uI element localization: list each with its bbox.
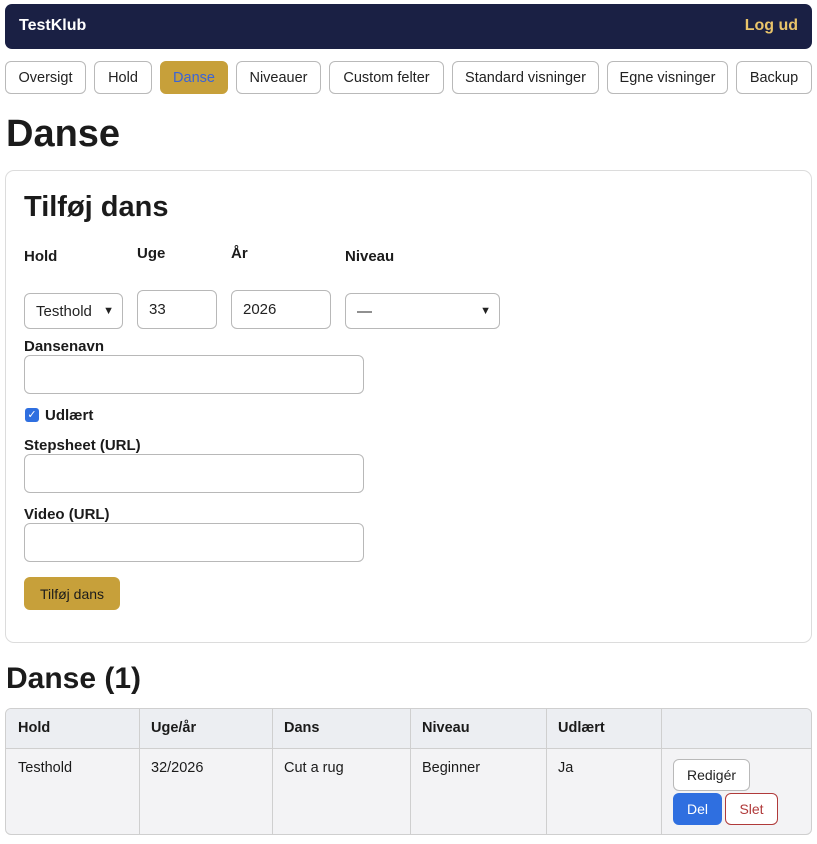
- column-divider: [272, 709, 273, 834]
- tab-custom-felter[interactable]: Custom felter: [329, 61, 444, 94]
- tab-oversigt[interactable]: Oversigt: [5, 61, 86, 94]
- edit-button[interactable]: Redigér: [673, 759, 750, 791]
- column-divider: [661, 709, 662, 834]
- video-url-input[interactable]: [24, 523, 364, 562]
- column-header-learned: Udlært: [558, 720, 605, 736]
- column-divider: [546, 709, 547, 834]
- stepsheet-label: Stepsheet (URL): [24, 437, 141, 454]
- page-title: Danse: [6, 113, 121, 155]
- add-dance-button[interactable]: Tilføj dans: [24, 577, 120, 610]
- column-divider: [410, 709, 411, 834]
- tab-niveauer[interactable]: Niveauer: [236, 61, 321, 94]
- chevron-down-icon: ▼: [103, 305, 114, 317]
- share-button[interactable]: Del: [673, 793, 722, 825]
- learned-label: Udlært: [45, 407, 94, 424]
- hold-select-value: Testhold: [36, 302, 92, 320]
- logout-link[interactable]: Log ud: [745, 17, 798, 35]
- level-select[interactable]: — ▼: [345, 293, 500, 329]
- column-header-dance: Dans: [284, 720, 320, 736]
- check-icon: ✓: [27, 408, 37, 421]
- hold-label: Hold: [24, 248, 58, 265]
- cell-dance: Cut a rug: [284, 760, 344, 776]
- stepsheet-url-input[interactable]: [24, 454, 364, 493]
- form-title: Tilføj dans: [24, 191, 169, 223]
- year-label: År: [231, 245, 248, 262]
- dance-list-title: Danse (1): [6, 662, 142, 695]
- tab-danse[interactable]: Danse: [160, 61, 228, 94]
- tab-egne-visninger[interactable]: Egne visninger: [607, 61, 728, 94]
- add-dance-card: Tilføj dans Hold Uge År Niveau Testhold …: [5, 170, 812, 643]
- learned-checkbox[interactable]: ✓: [25, 408, 39, 422]
- dance-name-label: Dansenavn: [24, 338, 105, 355]
- week-input[interactable]: 33: [137, 290, 217, 329]
- video-label: Video (URL): [24, 506, 110, 523]
- level-select-value: —: [357, 302, 372, 320]
- column-header-level: Niveau: [422, 720, 470, 736]
- cell-learned: Ja: [558, 760, 574, 776]
- dance-table: Hold Uge/år Dans Niveau Udlært Testhold …: [5, 708, 812, 835]
- nav-tabs: Oversigt Hold Danse Niveauer Custom felt…: [5, 61, 817, 95]
- dance-name-input[interactable]: [24, 355, 364, 394]
- table-header: [6, 709, 811, 749]
- top-bar: TestKlub Log ud: [5, 4, 812, 49]
- chevron-down-icon: ▼: [480, 305, 491, 317]
- column-header-week-year: Uge/år: [151, 720, 197, 736]
- delete-button[interactable]: Slet: [725, 793, 778, 825]
- level-label: Niveau: [345, 248, 395, 265]
- column-header-hold: Hold: [18, 720, 51, 736]
- cell-week-year: 32/2026: [151, 760, 204, 776]
- week-label: Uge: [137, 245, 166, 262]
- brand-title: TestKlub: [19, 17, 87, 34]
- column-divider: [139, 709, 140, 834]
- hold-select[interactable]: Testhold ▼: [24, 293, 123, 329]
- cell-hold: Testhold: [18, 760, 73, 776]
- year-input[interactable]: 2026: [231, 290, 331, 329]
- tab-backup[interactable]: Backup: [736, 61, 812, 94]
- tab-hold[interactable]: Hold: [94, 61, 152, 94]
- tab-standard-visninger[interactable]: Standard visninger: [452, 61, 599, 94]
- cell-level: Beginner: [422, 760, 481, 776]
